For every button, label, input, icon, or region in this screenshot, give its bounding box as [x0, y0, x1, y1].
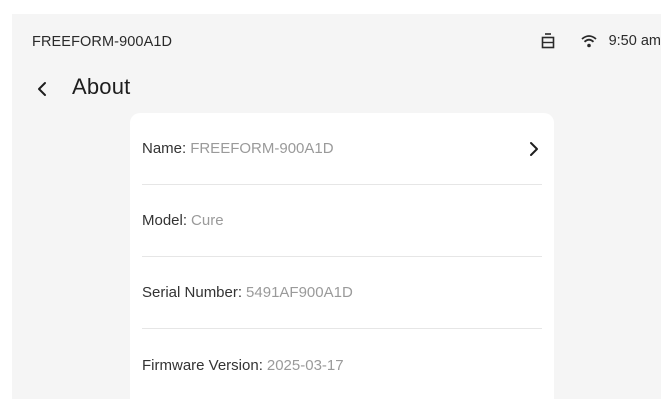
- wifi-icon: [581, 34, 597, 48]
- back-button[interactable]: [34, 80, 52, 98]
- model-value: Cure: [191, 212, 224, 229]
- status-indicators: 9:50 am: [541, 30, 661, 52]
- page-title: About: [72, 74, 131, 99]
- name-value: FREEFORM-900A1D: [190, 140, 334, 157]
- name-row[interactable]: Name: FREEFORM-900A1D: [142, 113, 542, 185]
- model-label: Model:: [142, 212, 188, 229]
- firmware-version-label: Firmware Version:: [142, 356, 263, 374]
- firmware-version-value: 2025-03-17: [266, 356, 344, 374]
- device-name: FREEFORM-900A1D: [32, 34, 173, 50]
- firmware-version-row: Firmware Version: 2025-03-17: [142, 329, 542, 399]
- battery-icon: [541, 32, 555, 50]
- chevron-left-icon: [38, 82, 46, 96]
- model-row: Model: Cure: [142, 185, 542, 257]
- serial-number-label: Serial Number:: [142, 284, 243, 301]
- clock: 9:50 am: [608, 33, 661, 49]
- serial-number-row: Serial Number: 5491AF900A1D: [142, 257, 542, 329]
- name-label: Name:: [142, 140, 187, 157]
- device-screen: FREEFORM-900A1D 9:50 am About Name: FREE…: [12, 14, 661, 399]
- chevron-right-icon: [528, 140, 540, 158]
- status-bar: FREEFORM-900A1D 9:50 am: [12, 14, 661, 70]
- about-card: Name: FREEFORM-900A1D Model: Cure Serial…: [130, 113, 554, 399]
- serial-number-value: 5491AF900A1D: [246, 284, 353, 301]
